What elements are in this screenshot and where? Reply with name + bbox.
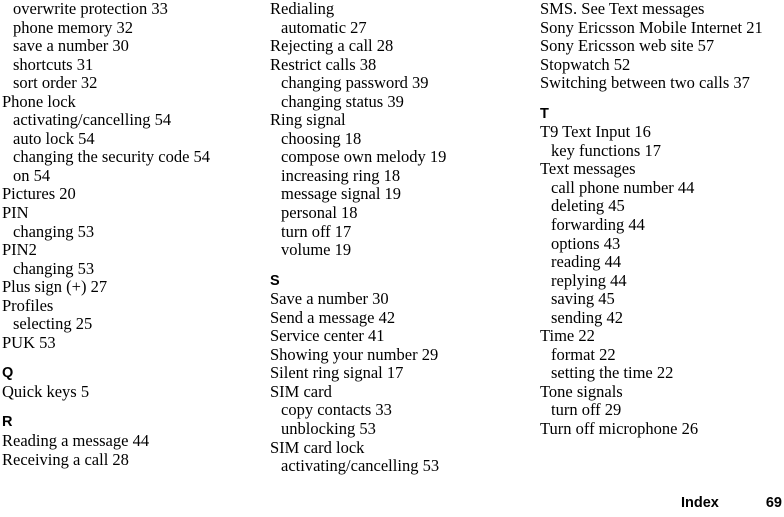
- index-entry: SMS. See Text messages: [540, 0, 705, 18]
- index-entry: Sony Ericsson web site 57: [540, 36, 715, 56]
- index-page: overwrite protection 33 phone memory 32 sa…: [0, 0, 784, 517]
- index-subentry: volume 19: [281, 240, 352, 260]
- index-subentry: changing 53: [13, 221, 95, 241]
- index-letter-heading: R: [2, 414, 13, 431]
- index-entry: Receiving a call 28: [2, 449, 129, 469]
- index-subentry: activating/cancelling 53: [281, 456, 440, 476]
- index-entry: Time 22: [540, 326, 595, 346]
- index-subentry: reading 44: [551, 252, 622, 272]
- index-subentry: save a number 30: [13, 36, 129, 56]
- index-entry: Ring signal: [270, 110, 346, 130]
- index-subentry: message signal 19: [281, 184, 402, 204]
- index-entry: Service center 41: [270, 326, 385, 346]
- index-subentry: changing status 39: [281, 91, 404, 111]
- index-subentry: increasing ring 18: [281, 165, 401, 185]
- index-spacer: [540, 93, 784, 105]
- index-subentry: sending 42: [551, 307, 623, 327]
- index-subentry: on 54: [13, 165, 51, 185]
- index-subentry: auto lock 54: [13, 128, 95, 148]
- index-subentry: activating/cancelling 54: [13, 110, 172, 130]
- index-subentry: forwarding 44: [551, 215, 645, 235]
- index-subentry: selecting 25: [13, 314, 93, 334]
- index-subentry: personal 18: [281, 203, 358, 223]
- index-subentry: deleting 45: [551, 196, 625, 216]
- index-subentry: replying 44: [551, 270, 627, 290]
- index-letter-heading: T: [540, 105, 549, 122]
- index-entry: Rejecting a call 28: [270, 36, 394, 56]
- index-subentry: overwrite protection 33: [13, 0, 168, 18]
- index-entry: SIM card: [270, 381, 332, 401]
- index-subentry: choosing 18: [281, 128, 362, 148]
- index-entry: PIN2: [2, 240, 37, 260]
- index-subentry: turn off 17: [281, 221, 352, 241]
- index-entry: T9 Text Input 16: [540, 122, 651, 142]
- index-subentry: setting the time 22: [551, 363, 674, 383]
- index-entry: Showing your number 29: [270, 344, 439, 364]
- index-subentry: options 43: [551, 233, 621, 253]
- index-entry: Reading a message 44: [2, 431, 150, 451]
- index-entry: Text messages: [540, 159, 636, 179]
- index-subentry: key functions 17: [551, 140, 661, 160]
- index-entry: Quick keys 5: [2, 381, 90, 401]
- index-entry: Tone signals: [540, 381, 623, 401]
- index-subentry: compose own melody 19: [281, 147, 447, 167]
- index-subentry: changing the security code 54: [13, 147, 211, 167]
- index-column-1: overwrite protection 33 phone memory 32 sa…: [2, 0, 252, 469]
- index-subentry: shortcuts 31: [13, 54, 94, 74]
- index-entry: Pictures 20: [2, 184, 76, 204]
- index-column-2: Redialing automatic 27 Rejecting a call 28…: [270, 0, 520, 476]
- index-subentry: format 22: [551, 344, 616, 364]
- index-subentry: copy contacts 33: [281, 400, 392, 420]
- index-subentry: unblocking 53: [281, 419, 376, 439]
- index-spacer: [270, 260, 520, 272]
- index-columns: overwrite protection 33 phone memory 32 sa…: [0, 0, 784, 490]
- footer-section-label: Index: [681, 495, 719, 511]
- index-entry: Switching between two calls 37: [540, 73, 750, 93]
- index-entry: SIM card lock: [270, 437, 365, 457]
- index-spacer: [2, 401, 252, 413]
- index-entry: Sony Ericsson Mobile Internet 21: [540, 17, 763, 37]
- index-subentry: sort order 32: [13, 73, 98, 93]
- index-spacer: [2, 352, 252, 364]
- index-entry: Redialing: [270, 0, 335, 18]
- page-footer: Index 69: [0, 495, 784, 517]
- index-column-3: SMS. See Text messages Sony Ericsson Mobi…: [540, 0, 784, 439]
- index-subentry: phone memory 32: [13, 17, 134, 37]
- index-entry: Restrict calls 38: [270, 54, 377, 74]
- index-entry: Silent ring signal 17: [270, 363, 404, 383]
- index-entry: Turn off microphone 26: [540, 419, 699, 439]
- index-subentry: changing password 39: [281, 73, 429, 93]
- index-subentry: saving 45: [551, 289, 615, 309]
- footer-page-number: 69: [765, 495, 782, 511]
- index-entry: Plus sign (+) 27: [2, 277, 108, 297]
- index-subentry: turn off 29: [551, 400, 622, 420]
- index-entry: Stopwatch 52: [540, 54, 631, 74]
- index-letter-heading: Q: [2, 365, 14, 382]
- index-entry: PUK 53: [2, 332, 56, 352]
- index-subentry: changing 53: [13, 258, 95, 278]
- index-entry: Send a message 42: [270, 307, 396, 327]
- index-subentry: call phone number 44: [551, 177, 695, 197]
- index-letter-heading: S: [270, 272, 280, 289]
- index-subentry: automatic 27: [281, 17, 367, 37]
- index-entry: PIN: [2, 203, 29, 223]
- index-entry: Profiles: [2, 295, 54, 315]
- index-entry: Phone lock: [2, 91, 76, 111]
- index-entry: Save a number 30: [270, 289, 389, 309]
